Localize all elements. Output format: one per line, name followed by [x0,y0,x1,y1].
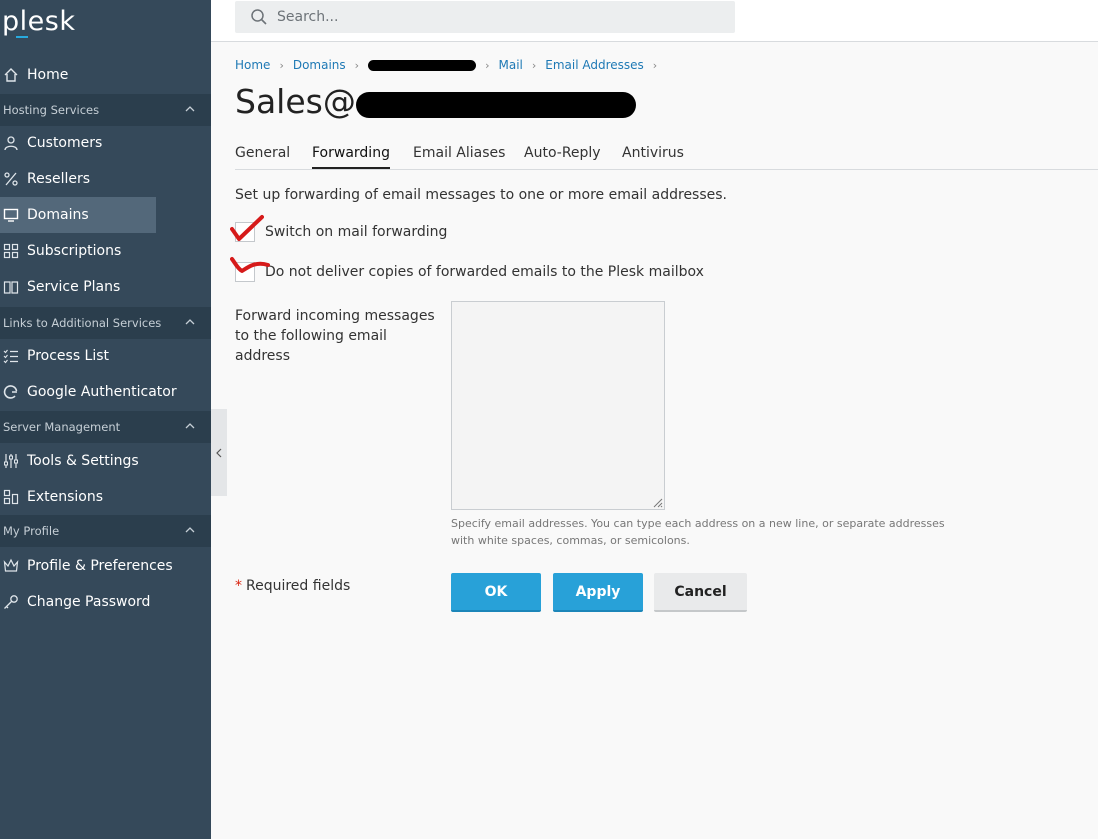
required-star: * [235,578,242,594]
section-label: Server Management [3,420,121,434]
plesk-logo[interactable]: plesk [2,6,76,38]
sidebar-collapse-toggle[interactable] [211,409,227,496]
sidebar-item-process-list[interactable]: Process List [0,338,211,374]
chevron-right-icon: › [485,58,490,72]
required-fields-text: Required fields [246,578,351,594]
sidebar-item-label: Resellers [27,171,91,187]
search-placeholder: Search... [277,9,339,25]
sidebar-item-label: Domains [27,207,89,223]
section-label: Hosting Services [3,103,100,117]
checklist-icon [3,348,19,364]
forward-address-hint: Specify email addresses. You can type ea… [451,517,945,547]
sidebar-item-label: Tools & Settings [27,453,139,469]
sidebar-item-label: Subscriptions [27,243,122,259]
sidebar-item-label: Service Plans [27,279,121,295]
forwarding-checkbox-row[interactable]: Switch on mail forwarding [230,215,447,242]
sidebar-item-tools-settings[interactable]: Tools & Settings [0,443,211,479]
cancel-button[interactable]: Cancel [654,573,747,612]
breadcrumb-email-addresses[interactable]: Email Addresses [545,58,644,72]
section-label: Links to Additional Services [3,316,162,330]
sidebar-item-label: Extensions [27,489,104,505]
sidebar: plesk Home Hosting Services Customers Re… [0,0,211,839]
breadcrumb: Home › Domains › › Mail › Email Addresse… [235,58,666,72]
page-description: Set up forwarding of email messages to o… [235,187,728,203]
required-fields-note: * Required fields [235,578,350,594]
breadcrumb-domains[interactable]: Domains [293,58,346,72]
user-icon [3,135,19,151]
google-icon [3,384,19,400]
sidebar-item-service-plans[interactable]: Service Plans [0,269,211,305]
sidebar-item-change-password[interactable]: Change Password [0,584,211,620]
monitor-icon [3,207,19,223]
chevron-left-icon [216,448,222,457]
key-icon [3,594,19,610]
book-icon [3,279,19,295]
forward-address-textarea[interactable] [451,301,665,510]
sidebar-item-subscriptions[interactable]: Subscriptions [0,233,211,269]
tab-forwarding[interactable]: Forwarding [312,145,390,169]
home-icon [3,67,19,83]
sidebar-item-profile-preferences[interactable]: Profile & Preferences [0,548,211,584]
section-links-additional-services[interactable]: Links to Additional Services [0,307,211,339]
sidebar-item-label: Change Password [27,594,151,610]
sidebar-item-customers[interactable]: Customers [0,125,211,161]
grid-icon [3,243,19,259]
resize-handle-icon[interactable] [651,496,663,508]
no-copies-checkbox-label[interactable]: Do not deliver copies of forwarded email… [265,264,704,280]
search-icon [251,9,267,25]
chevron-up-icon [185,319,195,325]
breadcrumb-home[interactable]: Home [235,58,270,72]
forwarding-checkbox[interactable] [230,215,264,242]
chevron-right-icon: › [279,58,284,72]
ok-button[interactable]: OK [451,573,541,612]
chevron-right-icon: › [531,58,537,72]
section-server-management[interactable]: Server Management [0,411,211,443]
tab-email-aliases[interactable]: Email Aliases [413,145,505,167]
tab-auto-reply[interactable]: Auto-Reply [524,145,601,167]
sidebar-item-label: Customers [27,135,103,151]
search-input[interactable]: Search... [235,1,735,33]
redacted-domain [355,91,636,118]
sidebar-item-google-authenticator[interactable]: Google Authenticator [0,374,211,410]
top-bar: Search... [211,0,1098,42]
sidebar-item-label: Profile & Preferences [27,558,173,574]
sidebar-item-label: Process List [27,348,110,364]
redacted-domain-crumb[interactable] [368,59,477,71]
sidebar-item-label: Home [27,67,69,83]
logo-text: plesk [2,6,76,37]
sliders-icon [3,453,19,469]
sidebar-item-domains[interactable]: Domains [0,197,156,233]
tab-antivirus[interactable]: Antivirus [622,145,684,167]
chevron-up-icon [185,423,195,429]
tab-bar: General Forwarding Email Aliases Auto-Re… [235,143,1098,170]
no-copies-checkbox-row[interactable]: Do not deliver copies of forwarded email… [230,257,704,282]
breadcrumb-mail[interactable]: Mail [498,58,522,72]
section-hosting-services[interactable]: Hosting Services [0,94,211,126]
tab-general[interactable]: General [235,145,290,167]
page-title: Sales@ [235,82,636,121]
apply-button[interactable]: Apply [553,573,643,612]
crown-icon [3,558,19,574]
page-title-text: Sales@ [235,82,356,121]
chevron-right-icon: › [652,58,658,72]
no-copies-checkbox[interactable] [230,257,270,282]
forward-address-label: Forward incoming messages to the followi… [235,308,435,364]
chevron-up-icon [185,527,195,533]
red-check-mark-icon [230,257,270,273]
red-check-mark-icon [230,215,264,241]
chevron-right-icon: › [354,58,360,72]
sidebar-item-label: Google Authenticator [27,384,177,400]
sidebar-item-extensions[interactable]: Extensions [0,479,211,515]
percent-icon [3,171,19,187]
section-my-profile[interactable]: My Profile [0,515,211,547]
section-label: My Profile [3,524,60,538]
sidebar-item-resellers[interactable]: Resellers [0,161,211,197]
chevron-up-icon [185,106,195,112]
extensions-icon [3,489,19,505]
forwarding-checkbox-label[interactable]: Switch on mail forwarding [265,224,447,240]
sidebar-item-home[interactable]: Home [0,57,211,93]
